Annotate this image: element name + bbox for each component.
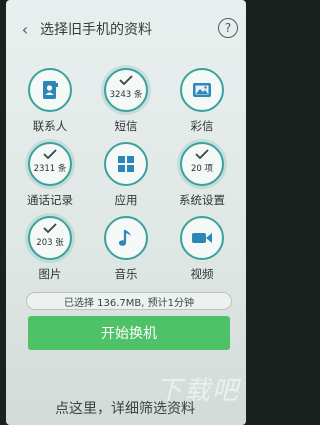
header: ‹ 选择旧手机的资料 ? (6, 14, 246, 44)
help-button[interactable]: ? (218, 18, 238, 38)
checkmark-icon (119, 75, 133, 85)
start-transfer-button[interactable]: 开始换机 (28, 316, 230, 350)
checkmark-icon (43, 223, 57, 233)
back-button[interactable]: ‹ (14, 17, 36, 41)
selection-summary: 已选择 136.7MB, 预计1分钟 (26, 292, 232, 310)
item-label: 音乐 (114, 267, 138, 281)
item-circle (104, 216, 148, 260)
page-title: 选择旧手机的资料 (40, 22, 152, 38)
item-call-log[interactable]: 2311 条 通话记录 (10, 142, 90, 222)
item-circle: 20 项 (180, 142, 224, 186)
item-videos[interactable]: 视频 (162, 216, 242, 296)
item-count: 3243 条 (109, 90, 143, 100)
item-system-settings[interactable]: 20 项 系统设置 (162, 142, 242, 222)
item-label: 系统设置 (179, 193, 225, 207)
selection-summary-text: 已选择 136.7MB, 预计1分钟 (63, 297, 194, 309)
item-label: 短信 (114, 119, 138, 133)
item-label: 图片 (38, 267, 62, 281)
item-mms[interactable]: 彩信 (162, 68, 242, 148)
item-label: 通话记录 (27, 193, 73, 207)
apps-grid-icon (117, 155, 135, 173)
item-circle: 3243 条 (104, 68, 148, 112)
checkmark-icon (43, 149, 57, 159)
item-sms[interactable]: 3243 条 短信 (86, 68, 166, 148)
item-apps[interactable]: 应用 (86, 142, 166, 222)
contacts-book-icon (41, 80, 59, 100)
music-note-icon (117, 228, 135, 248)
item-circle (180, 68, 224, 112)
video-camera-icon (191, 231, 213, 245)
item-photos[interactable]: 203 张 图片 (10, 216, 90, 296)
item-contacts[interactable]: 联系人 (10, 68, 90, 148)
item-circle: 2311 条 (28, 142, 72, 186)
item-label: 联系人 (32, 119, 68, 133)
item-count: 2311 条 (33, 164, 67, 174)
item-circle (28, 68, 72, 112)
item-circle (104, 142, 148, 186)
item-count: 203 张 (36, 238, 64, 248)
watermark: 下载吧 (155, 376, 240, 406)
item-circle (180, 216, 224, 260)
item-label: 彩信 (190, 119, 214, 133)
item-circle: 203 张 (28, 216, 72, 260)
phone-screen: ‹ 选择旧手机的资料 ? 联系人 3243 条 短信 彩信 2311 条 通话记… (6, 0, 246, 425)
chevron-left-icon: ‹ (21, 19, 29, 39)
item-label: 视频 (190, 267, 214, 281)
item-music[interactable]: 音乐 (86, 216, 166, 296)
mms-image-icon (192, 81, 212, 99)
checkmark-icon (195, 149, 209, 159)
item-count: 20 项 (190, 164, 214, 174)
item-label: 应用 (114, 193, 138, 207)
